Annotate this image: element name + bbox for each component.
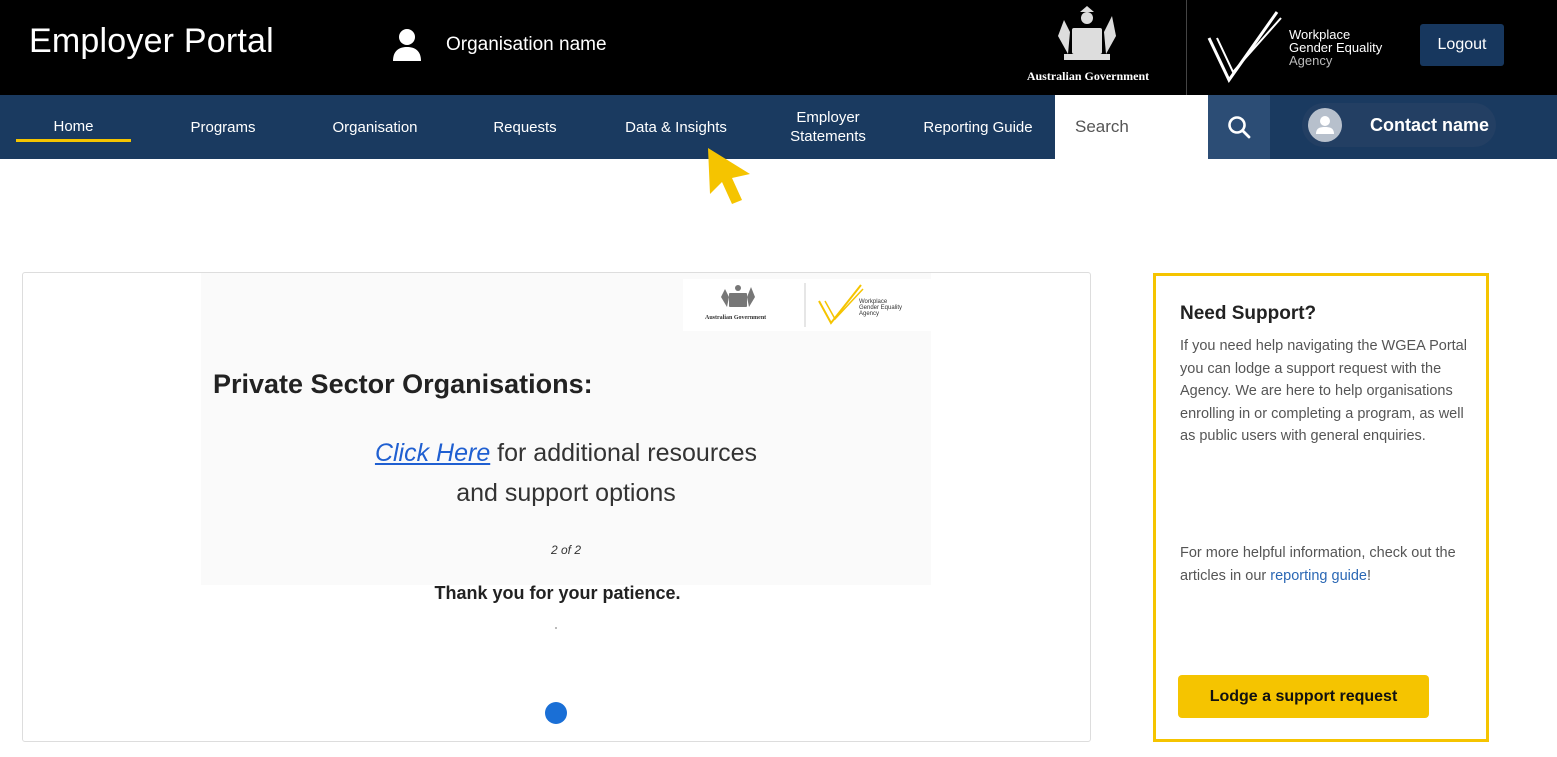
nav-home[interactable]: Home [8,95,139,159]
nav-programs[interactable]: Programs [158,95,288,159]
search-button[interactable] [1208,95,1270,159]
contact-menu[interactable]: Contact name [1302,103,1496,147]
contact-name: Contact name [1370,114,1490,135]
reporting-guide-link[interactable]: reporting guide [1270,568,1367,584]
slide-pager: 2 of 2 [550,543,582,557]
support-body: If you need help navigating the WGEA Por… [1180,338,1467,444]
separator-dot [555,627,557,629]
wgea-check-icon [1207,11,1282,83]
slide-body-line-2: and support options [456,479,676,507]
logout-button[interactable]: Logout [1420,24,1504,66]
user-avatar-icon [1316,116,1334,134]
search-input[interactable] [1055,95,1208,159]
carousel-indicator-dot[interactable] [545,702,567,724]
carousel-slide: Australian Government Workplace Gender E… [201,273,931,585]
header-divider [1186,0,1187,95]
nav-employer-statements[interactable]: Employer Statements [770,95,886,159]
click-here-link[interactable]: Click Here [375,439,490,467]
support-panel: Need Support? If you need help navigatin… [1153,273,1489,742]
nav-organisation[interactable]: Organisation [310,95,440,159]
support-more-info: For more helpful information, check out … [1180,542,1470,587]
organisation-name: Organisation name [446,34,607,55]
support-title: Need Support? [1180,303,1317,324]
organisation-selector[interactable]: Organisation name [392,28,607,62]
announcement-carousel: Australian Government Workplace Gender E… [22,272,1091,742]
slide-body-line-1: for additional resources [490,439,758,467]
top-bar: Employer Portal Organisation name Austra… [0,0,1557,95]
search-icon [1228,116,1251,139]
wgea-line-3: Agency [1289,53,1333,68]
gov-logo-text: Australian Government [1026,69,1150,83]
wgea-logo-text: Workplace Gender Equality Agency [1289,28,1382,67]
slide-wgea-line-3: Agency [859,311,880,317]
nav-requests[interactable]: Requests [460,95,590,159]
nav-reporting-guide[interactable]: Reporting Guide [908,95,1048,159]
slide-gov-text: Australian Government [705,315,767,321]
patience-message: Thank you for your patience. [434,583,681,603]
user-icon [392,28,422,62]
app-title[interactable]: Employer Portal [29,22,274,61]
coat-of-arms-icon [1058,6,1116,60]
main-nav: Home Programs Organisation Requests Data… [0,95,1557,159]
slide-heading: Private Sector Organisations: [213,369,593,399]
slide-wgea-text: Workplace Gender Equality Agency [859,299,902,317]
australian-government-logo: Australian Government [1010,6,1166,86]
support-more-info-suffix: ! [1367,567,1372,584]
avatar [1308,108,1342,142]
lodge-support-request-button[interactable]: Lodge a support request [1178,675,1429,718]
slide-body: Click Here for additional resources and … [201,433,931,513]
slide-logos: Australian Government Workplace Gender E… [683,279,931,331]
wgea-logo: Workplace Gender Equality Agency [1203,8,1403,88]
pointer-cursor-icon [708,148,750,204]
